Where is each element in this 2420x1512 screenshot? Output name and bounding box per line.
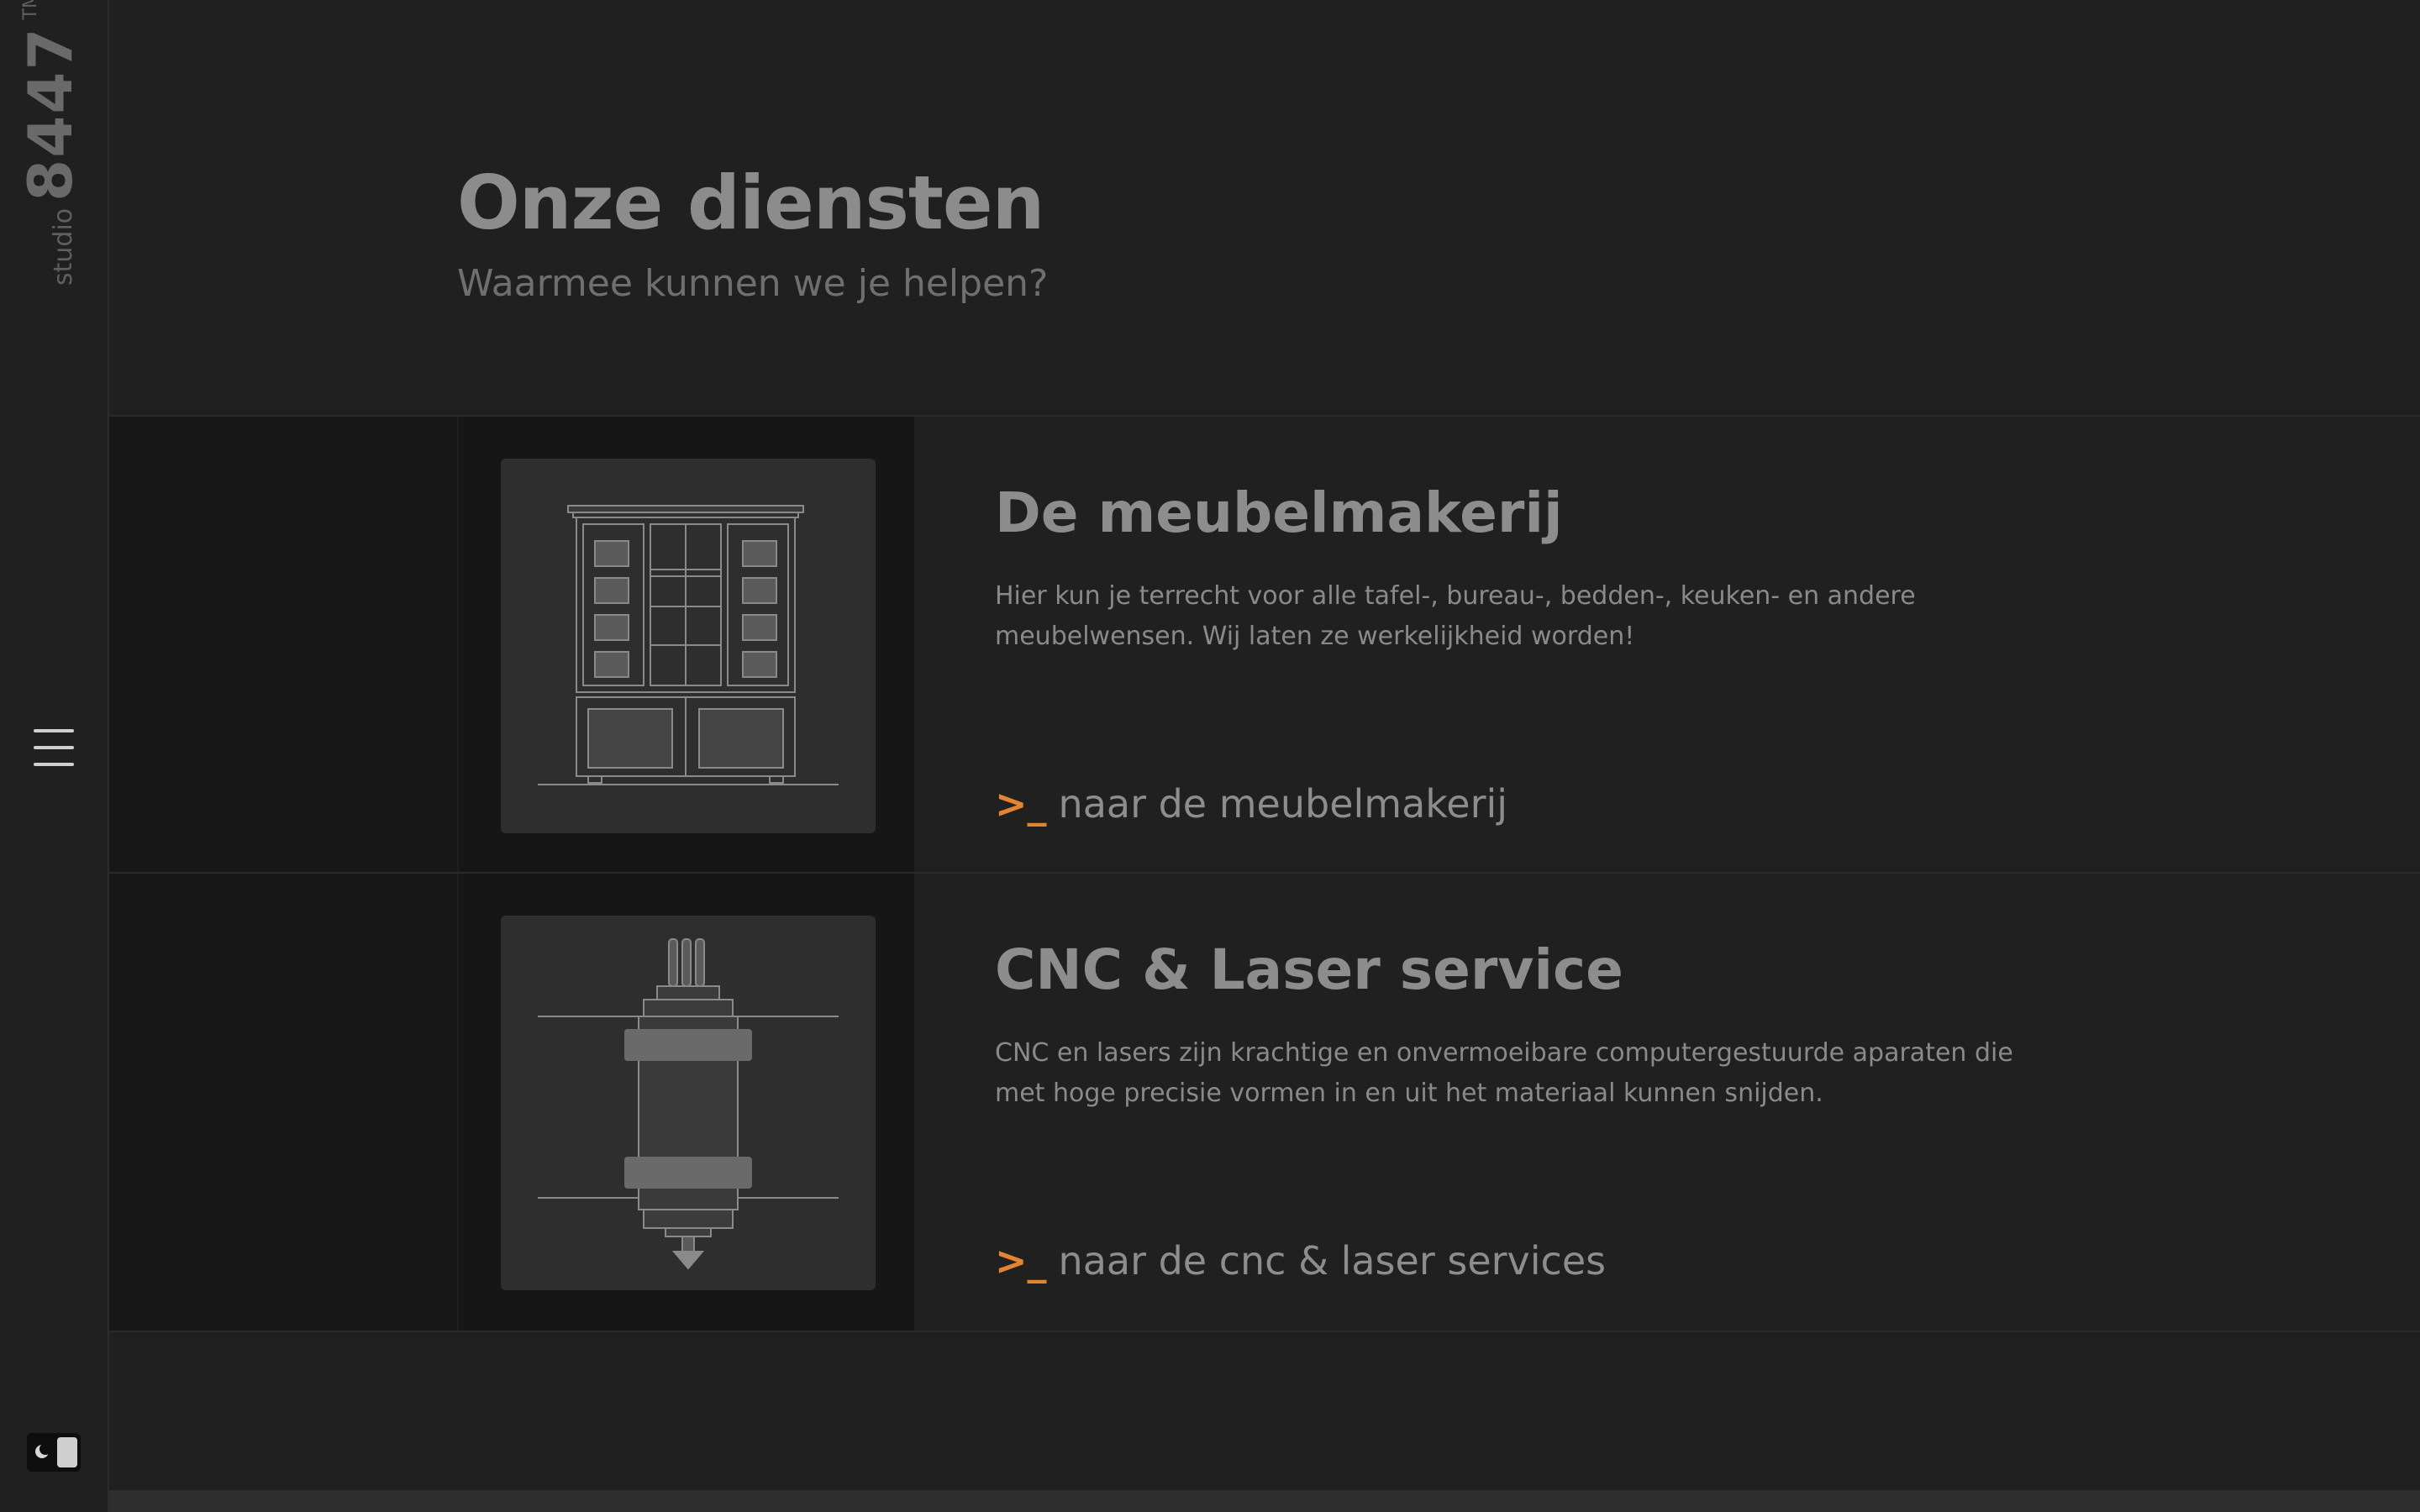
service-description: CNC en lasers zijn krachtige en onvermoe…: [995, 1038, 2013, 1108]
sidebar: studio 8447 TM: [0, 0, 109, 1512]
menu-icon[interactable]: [34, 729, 74, 768]
theme-toggle[interactable]: [27, 1433, 81, 1472]
toggle-knob: [57, 1437, 77, 1467]
prompt-icon: >_: [995, 781, 1047, 827]
service-row-meubelmakerij: De meubelmakerij Hier kun je terrecht vo…: [109, 415, 2420, 874]
cnc-laser-link[interactable]: >_ naar de cnc & laser services: [995, 1238, 1606, 1284]
logo-prefix: studio: [49, 207, 78, 286]
page-subtitle: Waarmee kunnen we je helpen?: [457, 262, 1049, 305]
link-label: naar de cnc & laser services: [1058, 1238, 1607, 1284]
service-content: CNC & Laser service CNC en lasers zijn k…: [995, 874, 2171, 1331]
row-spacer: [109, 417, 457, 874]
brand-logo[interactable]: studio 8447 TM: [15, 0, 91, 286]
prompt-icon: >_: [995, 1238, 1047, 1284]
service-image-column: [457, 874, 914, 1331]
footer-edge: [109, 1490, 2420, 1512]
meubelmakerij-link[interactable]: >_ naar de meubelmakerij: [995, 781, 1507, 827]
service-content: De meubelmakerij Hier kun je terrecht vo…: [995, 417, 2171, 874]
row-spacer: [109, 874, 457, 1331]
service-description: Hier kun je terrecht voor alle tafel-, b…: [995, 581, 1916, 651]
service-title: CNC & Laser service: [995, 937, 1623, 1002]
cnc-spindle-icon: [501, 916, 876, 1290]
page-title: Onze diensten: [457, 160, 1044, 246]
logo-trademark: TM: [20, 0, 41, 20]
service-title: De meubelmakerij: [995, 480, 1563, 545]
cabinet-icon: [501, 459, 876, 833]
moon-icon: [35, 1443, 51, 1458]
service-row-cnc-laser: CNC & Laser service CNC en lasers zijn k…: [109, 872, 2420, 1332]
logo-number: 8447: [15, 26, 86, 202]
link-label: naar de meubelmakerij: [1058, 781, 1508, 827]
service-image-column: [457, 417, 914, 874]
